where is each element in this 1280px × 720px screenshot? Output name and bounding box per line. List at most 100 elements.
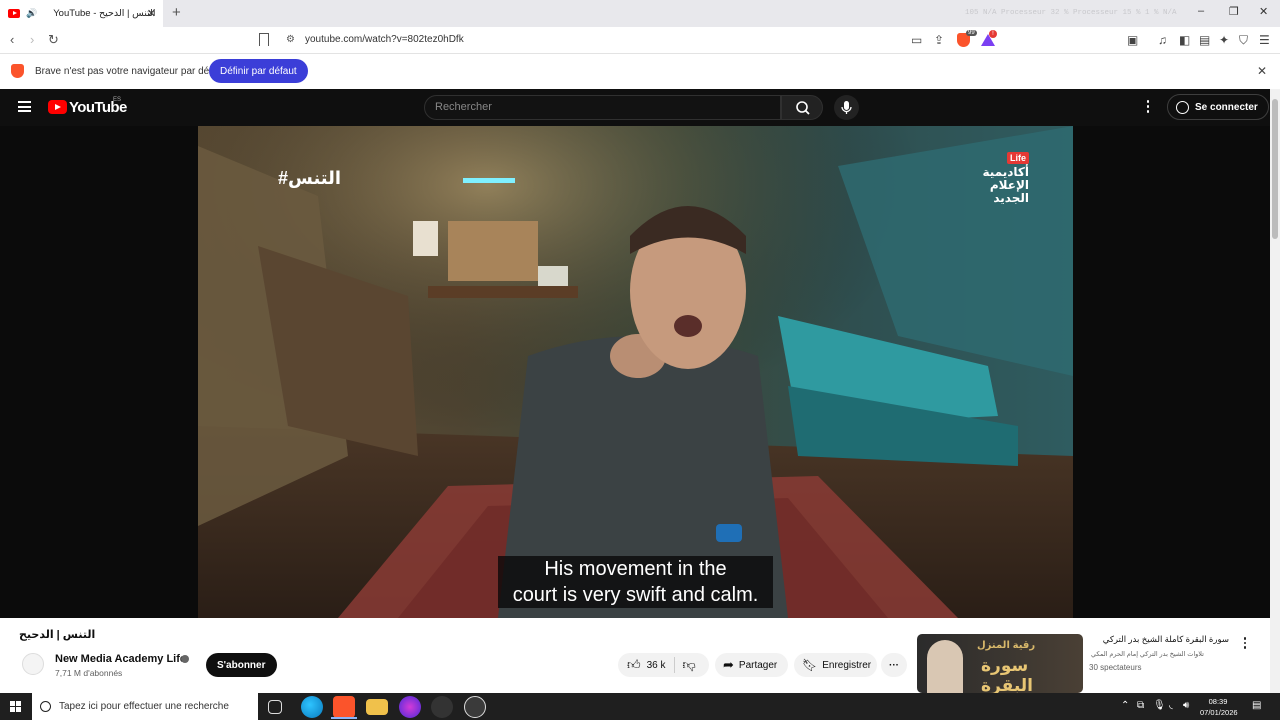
restore-button[interactable]: ❐ — [1229, 5, 1239, 18]
tray-overflow-icon[interactable]: ⌃ — [1121, 700, 1129, 711]
system-monitor-overlay: 105 N/A Processeur 32 % Processeur 15 % … — [965, 9, 1177, 17]
network-icon[interactable]: ⧉ — [1137, 700, 1144, 711]
scrollbar-thumb[interactable] — [1272, 99, 1278, 239]
subscriber-count: 7,71 M d'abonnés — [55, 668, 123, 678]
brave-active-indicator — [331, 717, 357, 719]
youtube-header: YouTube ES Se connecter — [0, 89, 1270, 126]
file-explorer-icon[interactable] — [366, 699, 388, 715]
more-actions-button[interactable]: ··· — [881, 653, 907, 677]
recommended-menu-icon[interactable] — [1243, 637, 1247, 649]
minimize-button[interactable]: – — [1198, 5, 1204, 17]
voice-search-button[interactable] — [834, 95, 859, 120]
infobar-close-icon[interactable]: ✕ — [1257, 64, 1267, 78]
os-taskbar: ⌃ ⧉ 🎙︎ ◟ 🔊︎ 08:39 07/01/2026 ▤ — [0, 693, 1280, 720]
edge-browser-icon[interactable] — [301, 696, 323, 718]
task-view-icon[interactable] — [268, 700, 282, 714]
recommended-title[interactable]: سورة البقرة كاملة الشيخ بدر التركي — [1089, 634, 1229, 645]
tab-title: YouTube - التنس | الدحيح — [53, 8, 156, 19]
taskbar-search[interactable] — [32, 693, 258, 720]
video-frame[interactable]: #التنس Life أكاديمية الإعلام الجديد His … — [198, 126, 1073, 618]
brave-logo-icon — [11, 64, 24, 78]
taskbar-search-input[interactable] — [59, 701, 249, 712]
shields-count-badge: 99 — [966, 30, 977, 36]
bookmark-icon[interactable] — [259, 33, 269, 46]
close-tab-icon[interactable]: ✕ — [147, 7, 156, 20]
account-icon — [1176, 100, 1189, 114]
menu-icon[interactable]: ☰ — [1259, 33, 1270, 47]
like-dislike-group: 👍︎ 36 k 👎︎ — [618, 653, 709, 677]
guide-menu-icon[interactable] — [18, 101, 31, 112]
wifi-icon[interactable]: ◟ — [1169, 700, 1173, 711]
thumbs-down-icon[interactable]: 👎︎ — [683, 657, 696, 673]
clock-time: 08:39 — [1208, 697, 1228, 706]
notifications-icon[interactable]: ▤ — [1252, 700, 1261, 711]
address-toolbar: ‹ › ↻ ⚙ youtube.com/watch?v=802tez0hDfk … — [0, 27, 1280, 54]
search-input[interactable] — [435, 101, 765, 113]
video-captions: His movement in the court is very swift … — [498, 556, 773, 608]
speaker-icon[interactable]: 🔊 — [26, 8, 37, 19]
reload-icon[interactable]: ↻ — [48, 32, 59, 48]
channel-name[interactable]: New Media Academy Life — [55, 653, 186, 665]
page-scrollbar[interactable] — [1270, 89, 1280, 693]
channel-avatar[interactable] — [22, 653, 44, 675]
close-window-button[interactable]: ✕ — [1259, 5, 1268, 18]
wallet-card-icon[interactable]: ▤ — [1199, 33, 1210, 47]
recommended-channel[interactable]: تلاوات الشيخ بدر التركي إمام الحرم المكي — [1089, 650, 1204, 658]
video-player[interactable]: #التنس Life أكاديمية الإعلام الجديد His … — [0, 126, 1270, 618]
tab-strip: 🔊 YouTube - التنس | الدحيح ✕ + 105 N/A P… — [0, 0, 1280, 27]
thumbnail-caption-large: سورة البقرة — [981, 656, 1033, 693]
wallet-icon[interactable]: ▣ — [1127, 33, 1138, 47]
site-info-icon[interactable]: ⚙ — [286, 34, 295, 45]
recommended-thumbnail[interactable]: رقية المنزل سورة البقرة — [917, 634, 1083, 693]
search-button[interactable] — [781, 95, 823, 120]
like-count[interactable]: 36 k — [647, 660, 666, 671]
infobar-message: Brave n'est pas votre navigateur par déf… — [35, 66, 226, 77]
caption-line-1: His movement in the — [498, 556, 773, 582]
thumbs-up-icon[interactable]: 👍︎ — [627, 657, 641, 673]
save-label: Enregistrer — [822, 659, 872, 671]
set-default-button[interactable]: Définir par défaut — [209, 59, 308, 83]
like-divider — [673, 657, 675, 673]
active-tab[interactable]: 🔊 YouTube - التنس | الدحيح ✕ — [0, 0, 163, 27]
sign-in-label: Se connecter — [1195, 101, 1258, 113]
search-icon — [796, 101, 810, 115]
sign-in-button[interactable]: Se connecter — [1167, 94, 1269, 120]
video-scene-image — [198, 126, 1073, 618]
clock-date: 07/01/2026 — [1200, 708, 1238, 717]
settings-kebab-icon[interactable] — [1146, 100, 1150, 114]
media-icon[interactable]: ♫ — [1158, 33, 1167, 47]
brave-browser-icon[interactable] — [333, 696, 355, 718]
bookmark-save-icon: 🔖︎ — [802, 658, 818, 672]
microphone-icon — [841, 101, 852, 114]
save-button[interactable]: 🔖︎ Enregistrer — [794, 653, 877, 677]
obs-icon[interactable] — [464, 696, 486, 718]
share-label: Partager — [738, 659, 778, 671]
windows-start-icon[interactable] — [10, 701, 21, 712]
volume-icon[interactable]: 🔊︎ — [1183, 700, 1189, 711]
search-box — [424, 95, 781, 120]
video-title: التنس | الدحيح — [19, 629, 96, 641]
mic-tray-icon[interactable]: 🎙︎ — [1153, 700, 1166, 711]
sidebar-icon[interactable]: ◧ — [1179, 33, 1190, 47]
subscribe-button[interactable]: S'abonner — [206, 653, 277, 677]
taskbar-search-icon — [40, 701, 51, 712]
new-tab-button[interactable]: + — [172, 4, 181, 21]
thumbnail-caption-small: رقية المنزل — [977, 640, 1036, 651]
watermark-badge: Life — [1006, 152, 1029, 164]
channel-watermark-logo: Life أكاديمية الإعلام الجديد — [961, 148, 1029, 205]
country-code: ES — [113, 97, 122, 103]
app-c-icon[interactable] — [431, 696, 453, 718]
url-field[interactable]: youtube.com/watch?v=802tez0hDfk — [305, 34, 464, 45]
recommended-viewers: 30 spectateurs — [1089, 663, 1142, 672]
messenger-icon[interactable] — [399, 696, 421, 718]
share-button[interactable]: ➦ Partager — [715, 653, 788, 677]
leo-ai-icon[interactable]: ✦ — [1219, 33, 1229, 47]
video-hashtag-overlay: #التنس — [278, 168, 342, 188]
cast-icon[interactable]: ▭ — [911, 33, 922, 47]
taskbar-clock[interactable]: 08:39 07/01/2026 — [1200, 696, 1238, 718]
youtube-logo-icon[interactable] — [48, 100, 67, 114]
forward-arrow-icon[interactable]: › — [30, 32, 34, 47]
share-page-icon[interactable]: ⇪ — [934, 33, 944, 47]
back-arrow-icon[interactable]: ‹ — [10, 32, 14, 47]
vpn-icon[interactable]: ⛉ — [1239, 33, 1248, 48]
